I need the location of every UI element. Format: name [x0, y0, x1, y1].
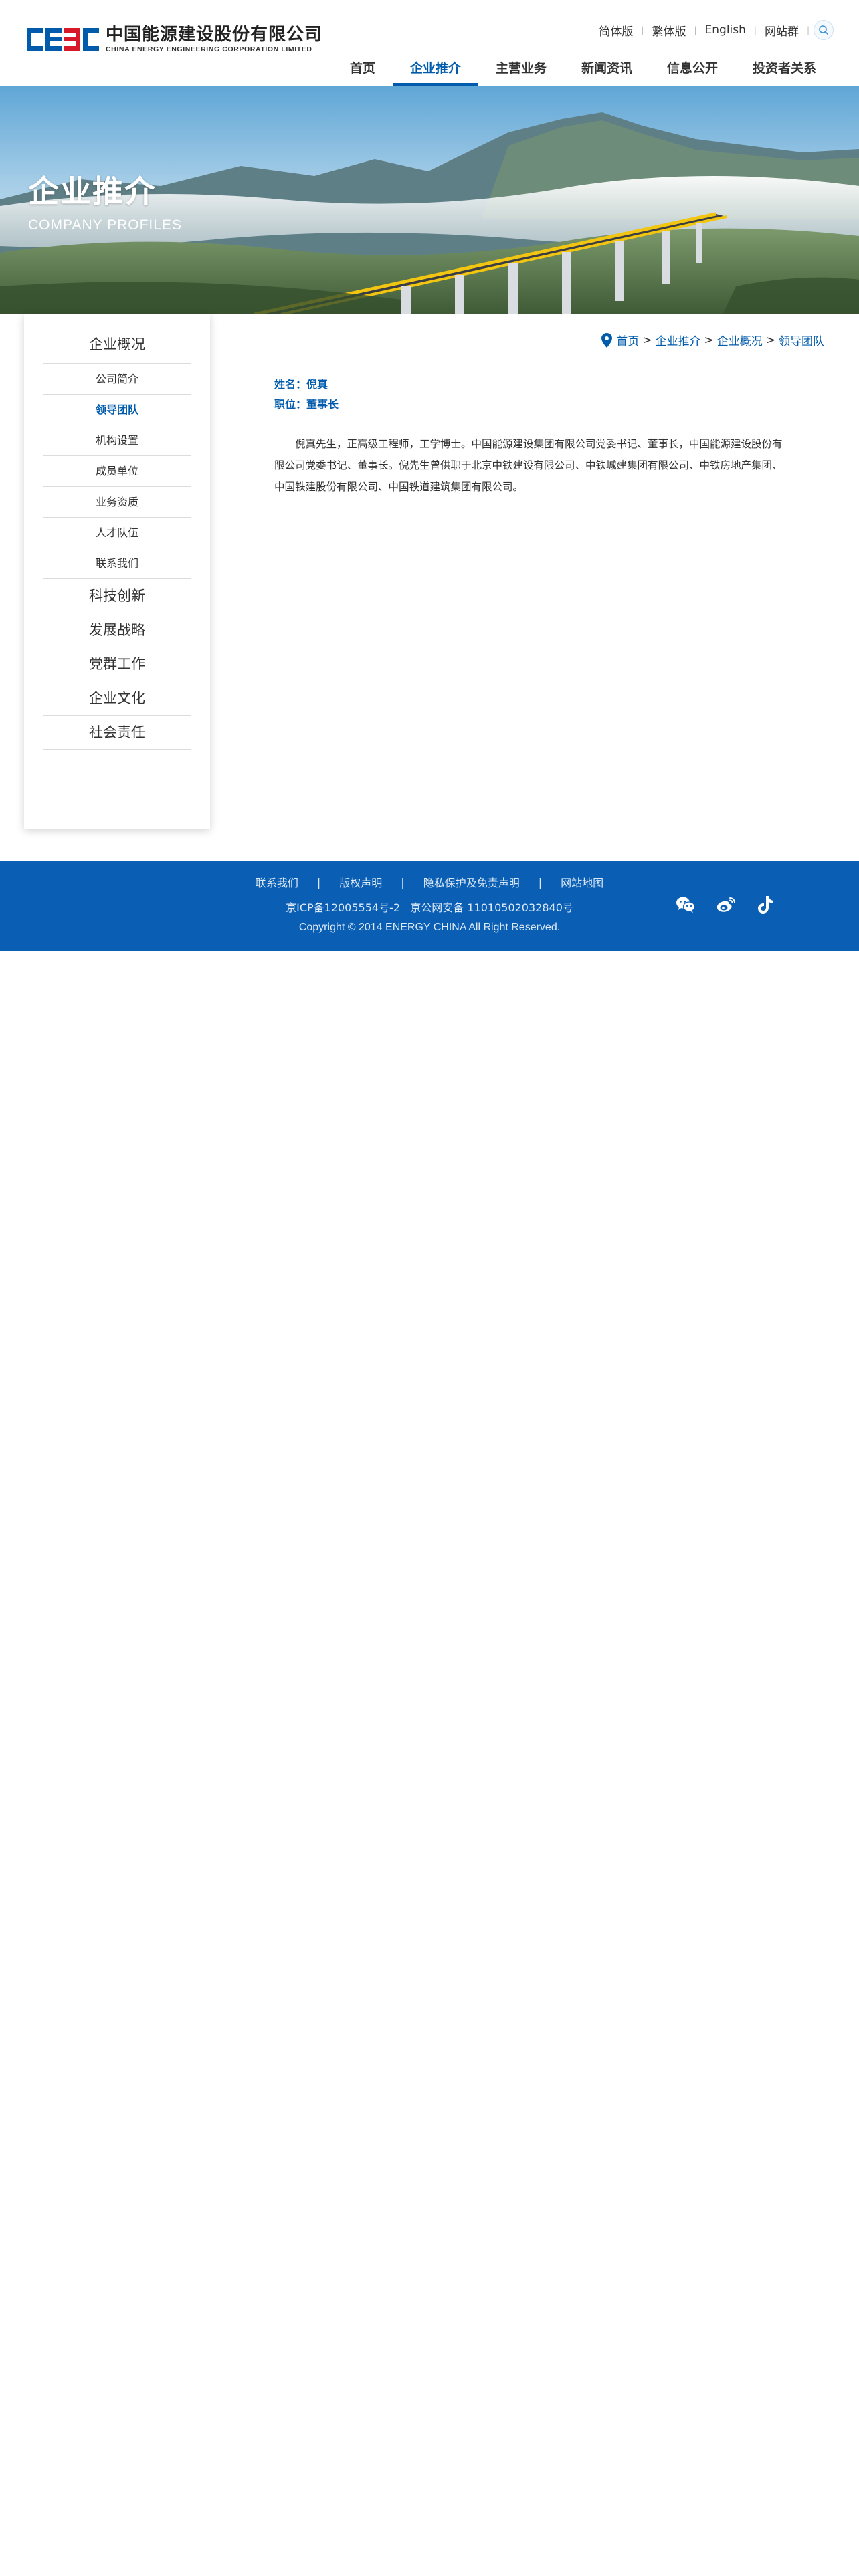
breadcrumb-overview[interactable]: 企业概况	[717, 332, 763, 348]
nav-company-profile[interactable]: 企业推介	[392, 48, 478, 86]
breadcrumb: 首页 > 企业推介 > 企业概况 > 领导团队	[601, 332, 824, 348]
profile-bio: 倪真先生，正高级工程师，工学博士。中国能源建设集团有限公司党委书记、董事长，中国…	[274, 438, 783, 493]
breadcrumb-company-profile[interactable]: 企业推介	[656, 332, 701, 348]
logo-mark-icon	[27, 28, 99, 51]
link-english[interactable]: English	[697, 23, 754, 37]
divider: |	[806, 25, 809, 35]
nav-disclosure[interactable]: 信息公开	[650, 48, 735, 86]
nav-home[interactable]: 首页	[332, 48, 393, 86]
sidebar-item-party-work[interactable]: 党群工作	[43, 647, 191, 681]
page-banner: 企业推介 COMPANY PROFILES	[0, 86, 859, 314]
footer-link-privacy[interactable]: 隐私保护及免责声明	[405, 874, 539, 890]
logo-english-name: CHINA ENERGY ENGINEERING CORPORATION LIM…	[106, 45, 312, 53]
footer-links: 联系我们 | 版权声明 | 隐私保护及免责声明 | 网站地图	[0, 874, 859, 890]
sidebar-section-title[interactable]: 企业概况	[43, 314, 191, 364]
nav-investor-relations[interactable]: 投资者关系	[735, 48, 834, 86]
sidebar-item-talent[interactable]: 人才队伍	[43, 518, 191, 548]
main-nav: 首页 企业推介 主营业务 新闻资讯 信息公开 投资者关系	[332, 48, 834, 86]
site-header: 中国能源建设股份有限公司 CHINA ENERGY ENGINEERING CO…	[0, 0, 859, 86]
search-button[interactable]	[814, 20, 834, 40]
breadcrumb-leadership[interactable]: 领导团队	[779, 332, 824, 348]
sidebar-item-company-intro[interactable]: 公司简介	[43, 364, 191, 395]
sidebar-item-members[interactable]: 成员单位	[43, 456, 191, 487]
logo-chinese-name: 中国能源建设股份有限公司	[106, 25, 323, 45]
douyin-icon	[758, 896, 773, 914]
site-footer: 联系我们 | 版权声明 | 隐私保护及免责声明 | 网站地图 京ICP备1200…	[0, 861, 859, 951]
weibo-icon	[717, 897, 735, 912]
sidebar: 企业概况 公司简介 领导团队 机构设置 成员单位 业务资质 人才队伍 联系我们 …	[24, 314, 210, 829]
breadcrumb-separator: >	[642, 333, 652, 347]
footer-link-copyright[interactable]: 版权声明	[320, 874, 401, 890]
search-icon	[819, 25, 828, 35]
footer-copyright: Copyright © 2014 ENERGY CHINA All Right …	[298, 922, 561, 933]
banner-title: 企业推介	[28, 173, 157, 209]
sidebar-item-qualifications[interactable]: 业务资质	[43, 487, 191, 518]
language-links: 简体版 | 繁体版 | English | 网站群 |	[591, 20, 834, 40]
company-logo[interactable]: 中国能源建设股份有限公司 CHINA ENERGY ENGINEERING CO…	[27, 24, 322, 55]
sidebar-item-leadership[interactable]: 领导团队	[43, 395, 191, 425]
profile-position: 职位：董事长	[274, 398, 339, 411]
sidebar-item-organization[interactable]: 机构设置	[43, 425, 191, 456]
link-traditional[interactable]: 繁体版	[644, 22, 694, 39]
profile-info: 姓名：倪真 职位：董事长	[274, 374, 339, 415]
weibo-button[interactable]	[716, 895, 736, 915]
banner-subtitle: COMPANY PROFILES	[28, 217, 182, 233]
social-icons	[676, 895, 776, 915]
location-pin-icon	[601, 332, 613, 348]
wechat-icon	[676, 897, 696, 913]
sidebar-item-innovation[interactable]: 科技创新	[43, 579, 191, 613]
link-site-group[interactable]: 网站群	[757, 22, 807, 39]
footer-link-contact[interactable]: 联系我们	[237, 874, 317, 890]
breadcrumb-separator: >	[704, 333, 714, 347]
nav-news[interactable]: 新闻资讯	[564, 48, 650, 86]
link-simplified[interactable]: 简体版	[591, 22, 641, 39]
profile-name: 姓名：倪真	[274, 378, 328, 391]
sidebar-item-contact[interactable]: 联系我们	[43, 548, 191, 579]
sidebar-item-strategy[interactable]: 发展战略	[43, 613, 191, 647]
footer-link-sitemap[interactable]: 网站地图	[542, 874, 622, 890]
nav-main-business[interactable]: 主营业务	[478, 48, 564, 86]
breadcrumb-home[interactable]: 首页	[616, 332, 639, 348]
breadcrumb-separator: >	[765, 333, 775, 347]
sidebar-item-responsibility[interactable]: 社会责任	[43, 716, 191, 750]
wechat-button[interactable]	[676, 895, 696, 915]
douyin-button[interactable]	[756, 895, 776, 915]
sidebar-item-culture[interactable]: 企业文化	[43, 681, 191, 716]
